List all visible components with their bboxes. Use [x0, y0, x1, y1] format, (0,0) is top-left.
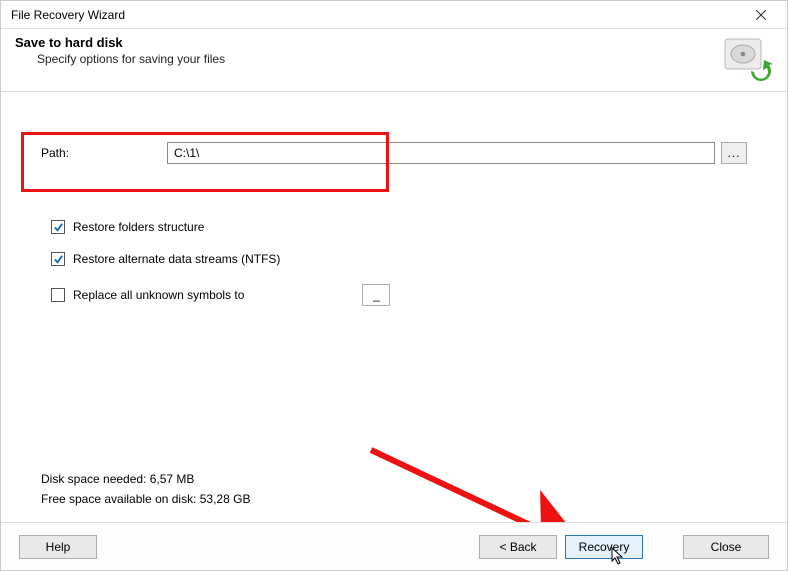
disk-info: Disk space needed: 6,57 MB Free space av…	[41, 472, 250, 512]
disk-space-needed: Disk space needed: 6,57 MB	[41, 472, 250, 486]
wizard-body: Path: ... Restore folders structure Rest…	[1, 92, 787, 532]
close-button[interactable]: Close	[683, 535, 769, 559]
back-button-label: < Back	[499, 540, 536, 554]
option-restore-streams-label: Restore alternate data streams (NTFS)	[73, 252, 280, 266]
path-input[interactable]	[167, 142, 715, 164]
browse-button[interactable]: ...	[721, 142, 747, 164]
window-title: File Recovery Wizard	[11, 8, 741, 22]
browse-button-label: ...	[727, 146, 740, 160]
help-button[interactable]: Help	[19, 535, 97, 559]
page-title: Save to hard disk	[15, 35, 721, 50]
help-button-label: Help	[46, 540, 71, 554]
page-subtitle: Specify options for saving your files	[37, 52, 721, 66]
checkbox-restore-streams[interactable]	[51, 252, 65, 266]
path-label: Path:	[41, 146, 161, 160]
checkbox-restore-folders[interactable]	[51, 220, 65, 234]
wizard-header-text: Save to hard disk Specify options for sa…	[15, 35, 721, 66]
checkbox-replace-unknown[interactable]	[51, 288, 65, 302]
option-restore-folders[interactable]: Restore folders structure	[51, 220, 747, 234]
option-replace-unknown-label: Replace all unknown symbols to	[73, 288, 244, 302]
replace-symbol-input[interactable]	[362, 284, 390, 306]
check-icon	[53, 254, 64, 265]
wizard-footer: Help < Back Recovery Close	[1, 522, 787, 570]
recovery-button[interactable]: Recovery	[565, 535, 643, 559]
wizard-header: Save to hard disk Specify options for sa…	[1, 29, 787, 92]
check-icon	[53, 222, 64, 233]
option-replace-unknown[interactable]: Replace all unknown symbols to	[51, 284, 747, 306]
back-button[interactable]: < Back	[479, 535, 557, 559]
option-restore-streams[interactable]: Restore alternate data streams (NTFS)	[51, 252, 747, 266]
close-button-label: Close	[711, 540, 742, 554]
recovery-button-label: Recovery	[579, 540, 630, 554]
title-bar: File Recovery Wizard	[1, 1, 787, 29]
option-restore-folders-label: Restore folders structure	[73, 220, 204, 234]
close-icon	[756, 10, 766, 20]
window-close-button[interactable]	[741, 2, 781, 28]
disk-recovery-icon	[721, 35, 773, 81]
disk-space-free: Free space available on disk: 53,28 GB	[41, 492, 250, 506]
path-row: Path: ...	[41, 142, 747, 164]
